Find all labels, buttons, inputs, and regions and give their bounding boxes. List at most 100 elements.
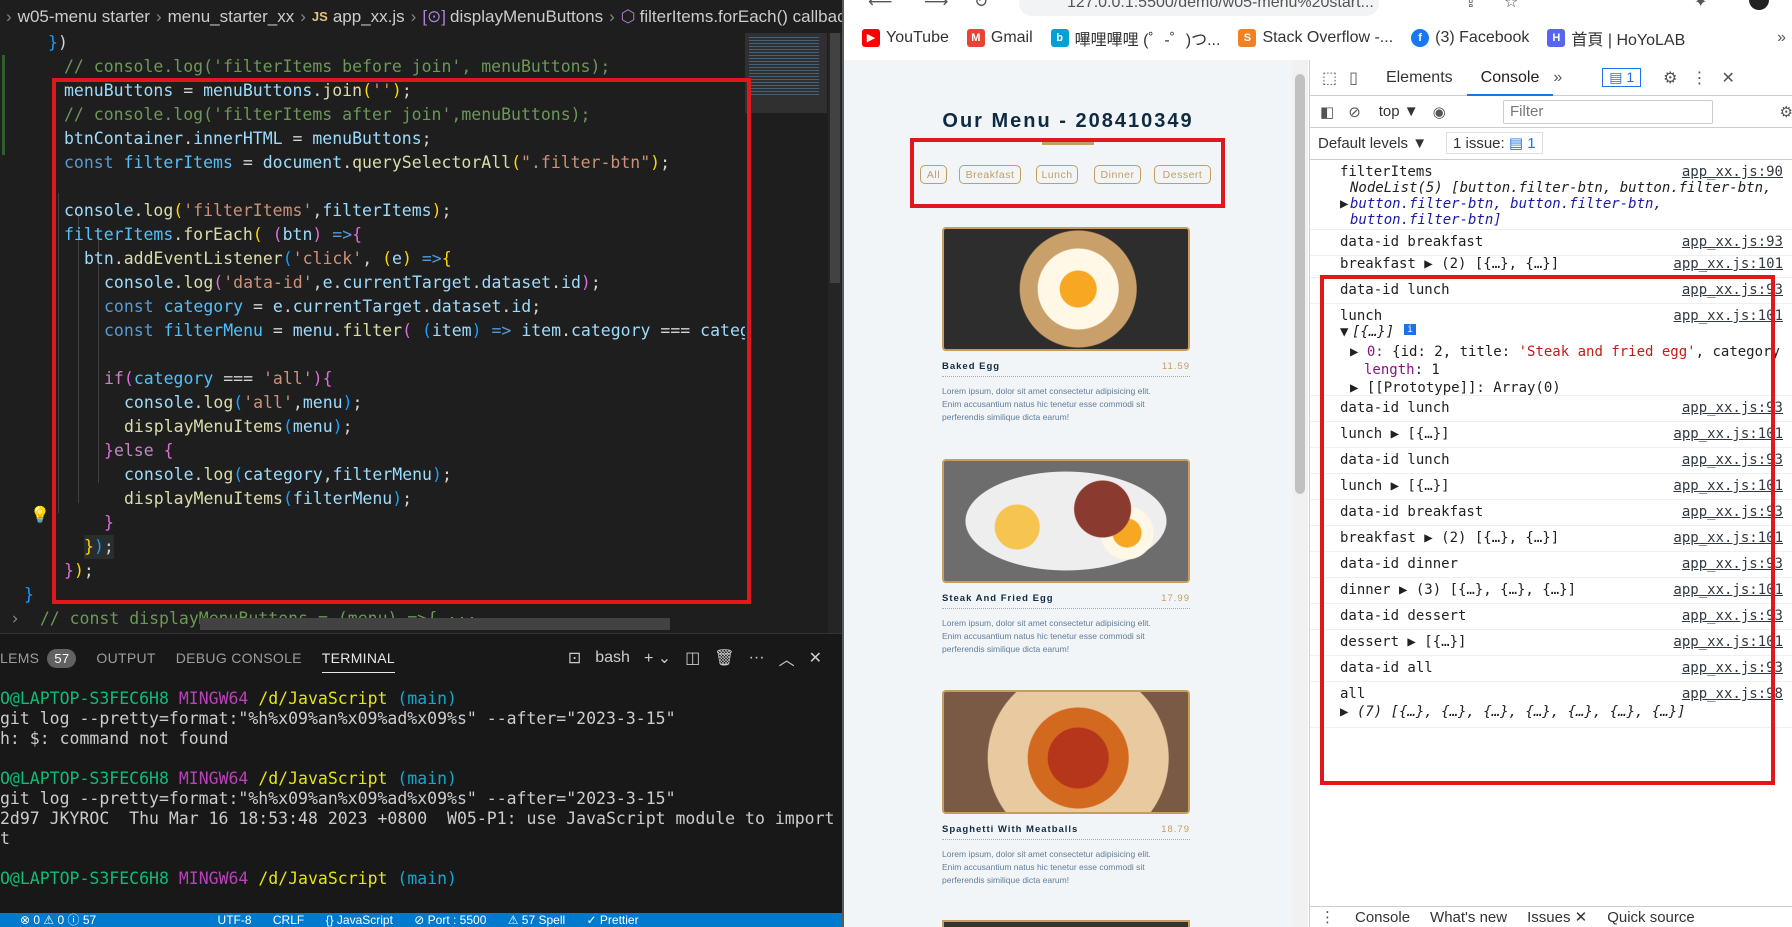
more-bookmarks-icon[interactable]: » — [1777, 29, 1786, 47]
terminal-panel: LEMS 57 OUTPUT DEBUG CONSOLE TERMINAL ⊡ b… — [0, 633, 842, 913]
source-link[interactable]: app_xx.js:93 — [1682, 234, 1783, 250]
terminal-line: h: $: command not found — [0, 729, 229, 748]
encoding-status[interactable]: UTF-8 — [218, 913, 252, 927]
close-icon[interactable]: ✕ — [809, 648, 822, 668]
console-message: data-id breakfast app_xx.js:93 — [1310, 230, 1792, 256]
code-line: } — [24, 585, 34, 604]
console-filter-input[interactable]: Filter — [1503, 100, 1713, 124]
tab-elements[interactable]: Elements — [1372, 60, 1467, 96]
drawer-tab-console[interactable]: Console — [1355, 909, 1410, 926]
horizontal-scrollbar[interactable] — [200, 618, 670, 630]
issues-button[interactable]: 1 issue: ▤ 1 — [1446, 132, 1543, 154]
source-link[interactable]: app_xx.js:101 — [1673, 256, 1783, 272]
devtools-tabs: ⬚ ▯ Elements Console » ▤ 1 ⚙ ⋮ ✕ — [1310, 60, 1792, 96]
problems-status[interactable]: ⊗ 0 ⚠ 0 ⓘ 57 — [20, 913, 96, 927]
sidebar-toggle-icon[interactable]: ◧ — [1320, 103, 1334, 121]
log-levels-dropdown[interactable]: Default levels ▼ — [1318, 135, 1427, 152]
language-status[interactable]: {} JavaScript — [326, 913, 393, 927]
expand-arrow-icon[interactable]: ▶ — [1340, 196, 1348, 212]
reload-icon[interactable]: ↻ — [974, 0, 988, 12]
menu-item-photo — [942, 690, 1190, 814]
menu-item-title: Baked Egg — [942, 361, 1001, 372]
close-devtools-icon[interactable]: ✕ — [1722, 68, 1735, 88]
log-levels-bar: Default levels ▼ 1 issue: ▤ 1 — [1310, 128, 1792, 160]
live-server-status[interactable]: ⊘ Port : 5500 — [414, 913, 486, 927]
terminal-line: git log --pretty=format:"%h%x09%an%x09%a… — [0, 789, 676, 808]
terminal-prompt: O@LAPTOP-S3FEC6H8 MINGW64 /d/JavaScript … — [0, 769, 457, 788]
highlight-box — [1320, 275, 1775, 785]
url-input[interactable]: 127.0.0.1:5500/demo/w05-menu%20start... — [1019, 0, 1379, 16]
back-icon[interactable]: ⟵ — [868, 0, 892, 12]
inspect-icon[interactable]: ⬚ — [1322, 68, 1337, 88]
console-settings-icon[interactable]: ⚙ — [1780, 103, 1792, 121]
drawer-tab-whats-new[interactable]: What's new — [1430, 909, 1507, 926]
terminal-line: t — [0, 829, 10, 848]
vscode-window: › w05-menu starter › menu_starter_xx › J… — [0, 0, 842, 927]
console-message: filterItems app_xx.js:90 NodeList(5) [bu… — [1310, 160, 1792, 230]
source-link[interactable]: app_xx.js:90 — [1682, 164, 1783, 180]
clear-console-icon[interactable]: ⊘ — [1348, 103, 1361, 121]
bookmark-hoyolab[interactable]: H 首頁 | HoYoLAB — [1547, 26, 1685, 50]
breadcrumb-item[interactable]: filterItems.forEach() callback — [640, 7, 842, 27]
messages-badge[interactable]: ▤ 1 — [1602, 68, 1642, 87]
bookmark-gmail[interactable]: M Gmail — [966, 29, 1033, 47]
menu-item-photo — [942, 459, 1190, 583]
context-selector[interactable]: top ▼ — [1379, 103, 1419, 120]
facebook-icon: f — [1411, 29, 1430, 47]
prettier-status[interactable]: ✓ Prettier — [587, 913, 639, 927]
bookmark-youtube[interactable]: ▶ YouTube — [862, 29, 949, 47]
breadcrumb: › w05-menu starter › menu_starter_xx › J… — [0, 0, 842, 33]
breadcrumb-item[interactable]: displayMenuButtons — [450, 7, 603, 27]
gear-icon[interactable]: ⚙ — [1663, 68, 1677, 88]
forward-icon[interactable]: ⟶ — [924, 0, 948, 12]
avatar[interactable] — [1749, 0, 1769, 10]
extensions-icon[interactable]: ✦ — [1694, 0, 1707, 12]
spell-status[interactable]: ⚠ 57 Spell — [508, 913, 565, 927]
vertical-scrollbar[interactable] — [828, 33, 842, 633]
tab-terminal[interactable]: TERMINAL — [321, 650, 395, 673]
function-symbol-icon: [⊙] — [422, 6, 447, 26]
bookmark-facebook[interactable]: f (3) Facebook — [1411, 29, 1529, 47]
bookmark-bilibili[interactable]: b 嗶哩嗶哩 (゜-゜)つ... — [1050, 26, 1220, 50]
minimap[interactable] — [745, 33, 827, 633]
menu-item-description: Lorem ipsum, dolor sit amet consectetur … — [942, 618, 1151, 654]
terminal-prompt: O@LAPTOP-S3FEC6H8 MINGW64 /d/JavaScript … — [0, 869, 457, 888]
tab-output[interactable]: OUTPUT — [96, 650, 155, 666]
lightbulb-icon[interactable]: 💡 — [30, 505, 50, 525]
breadcrumb-item[interactable]: menu_starter_xx — [168, 7, 295, 27]
javascript-file-icon: JS — [311, 9, 328, 24]
tab-problems[interactable]: LEMS 57 — [0, 648, 77, 668]
more-icon[interactable]: ··· — [749, 649, 765, 667]
add-terminal-icon[interactable]: + ⌄ — [644, 648, 671, 668]
device-toggle-icon[interactable]: ▯ — [1349, 68, 1358, 88]
terminal-line: 2d97 JKYROC Thu Mar 16 18:53:48 2023 +08… — [0, 809, 842, 828]
eol-status[interactable]: CRLF — [273, 913, 304, 927]
bookmark-star-icon[interactable]: ☆ — [1504, 0, 1518, 12]
tab-console[interactable]: Console — [1466, 60, 1554, 96]
breadcrumb-item[interactable]: w05-menu starter — [18, 7, 150, 27]
chevron-up-icon[interactable]: ︿ — [779, 646, 795, 670]
kebab-menu-icon[interactable]: ⋮ — [1692, 68, 1708, 88]
breadcrumb-item[interactable]: app_xx.js — [333, 7, 405, 27]
share-icon[interactable]: ⇪ — [1464, 0, 1477, 12]
stackoverflow-icon: S — [1238, 29, 1257, 47]
menu-item-price: 11.59 — [1161, 361, 1190, 372]
code-line: // console.log('filterItems before join'… — [64, 57, 611, 76]
gmail-icon: M — [966, 29, 985, 47]
highlight-box — [52, 78, 751, 604]
shell-label[interactable]: bash — [595, 649, 630, 667]
tab-debug-console[interactable]: DEBUG CONSOLE — [176, 650, 302, 666]
kebab-menu-icon[interactable]: ⋮ — [1320, 908, 1335, 926]
bookmark-stackoverflow[interactable]: S Stack Overflow -... — [1238, 29, 1393, 47]
status-bar: ⊗ 0 ⚠ 0 ⓘ 57 UTF-8 CRLF {} JavaScript ⊘ … — [0, 913, 842, 927]
eye-icon[interactable]: ◉ — [1433, 103, 1446, 121]
drawer-tab-issues[interactable]: Issues ✕ — [1527, 908, 1587, 926]
bilibili-icon: b — [1050, 29, 1069, 47]
drawer-tab-quick-source[interactable]: Quick source — [1607, 909, 1695, 926]
more-tabs-icon[interactable]: » — [1553, 69, 1562, 87]
split-terminal-icon[interactable]: ◫ — [685, 648, 700, 668]
terminal-output[interactable]: O@LAPTOP-S3FEC6H8 MINGW64 /d/JavaScript … — [0, 689, 842, 909]
trash-icon[interactable]: 🗑 — [714, 648, 734, 668]
page-scrollbar[interactable] — [1292, 60, 1308, 927]
terminal-prompt: O@LAPTOP-S3FEC6H8 MINGW64 /d/JavaScript … — [0, 689, 457, 708]
